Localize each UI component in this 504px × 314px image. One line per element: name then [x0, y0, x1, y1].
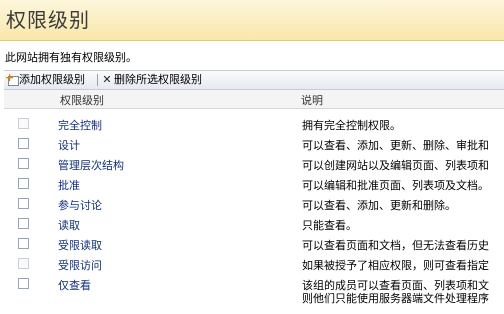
page-title: 权限级别 — [6, 8, 90, 32]
row-checkbox[interactable] — [18, 158, 29, 169]
title-bar: 权限级别 — [0, 0, 504, 41]
table-row: 受限读取 可以查看页面和文档，但无法查看历史 — [0, 234, 504, 254]
permission-level-description: 可以创建网站以及编辑页面、列表项和 — [302, 159, 489, 172]
column-header-level[interactable]: 权限级别 — [60, 92, 104, 108]
page-description: 此网站拥有独有权限级别。 — [5, 51, 137, 64]
row-checkbox[interactable] — [18, 178, 29, 189]
toolbar: 添加权限级别 ✕删除所选权限级别 — [4, 69, 504, 90]
table-row: 受限访问 如果被授予了相应权限，则可查看指定 — [0, 254, 504, 274]
permission-level-description: 只能查看。 — [302, 219, 357, 232]
row-checkbox[interactable] — [18, 198, 29, 209]
permission-level-description: 拥有完全控制权限。 — [302, 119, 401, 132]
table-row: 批准 可以编辑和批准页面、列表项及文档。 — [0, 174, 504, 194]
delete-selected-button[interactable]: ✕ 删除所选权限级别 — [101, 71, 202, 89]
add-permission-level-button[interactable]: 添加权限级别 — [5, 69, 85, 89]
permission-level-link[interactable]: 受限访问 — [58, 257, 102, 273]
add-icon — [5, 69, 19, 87]
delete-x-icon: ✕ — [102, 73, 112, 86]
permission-level-description-line2: 则他们只能使用服务器端文件处理程序 — [302, 292, 489, 305]
table-row: 仅查看 该组的成员可以查看页面、列表项和文 则他们只能使用服务器端文件处理程序 — [0, 274, 504, 308]
table-row: 完全控制 拥有完全控制权限。 — [0, 114, 504, 134]
permission-level-link[interactable]: 完全控制 — [58, 117, 102, 133]
permission-level-link[interactable]: 批准 — [58, 177, 80, 193]
table-row: 读取 只能查看。 — [0, 214, 504, 234]
grid-header: 权限级别 说明 — [4, 90, 504, 109]
row-checkbox[interactable] — [18, 138, 29, 149]
permission-level-link[interactable]: 仅查看 — [58, 277, 91, 293]
permission-level-description: 如果被授予了相应权限，则可查看指定 — [302, 259, 489, 272]
permission-level-link[interactable]: 参与讨论 — [58, 197, 102, 213]
permission-level-link[interactable]: 设计 — [58, 137, 80, 153]
table-row: 参与讨论 可以查看、添加、更新和删除。 — [0, 194, 504, 214]
row-checkbox[interactable] — [18, 238, 29, 249]
row-checkbox — [18, 258, 29, 269]
permission-level-link[interactable]: 管理层次结构 — [58, 157, 124, 173]
table-row: 管理层次结构 可以创建网站以及编辑页面、列表项和 — [0, 154, 504, 174]
permission-level-description: 可以查看、添加、更新和删除。 — [302, 199, 456, 212]
permission-level-description: 可以查看页面和文档，但无法查看历史 — [302, 239, 489, 252]
column-header-description: 说明 — [301, 94, 323, 107]
permission-level-description: 可以编辑和批准页面、列表项及文档。 — [302, 179, 489, 192]
table-row: 设计 可以查看、添加、更新、删除、审批和 — [0, 134, 504, 154]
permission-level-link[interactable]: 受限读取 — [58, 237, 102, 253]
row-checkbox[interactable] — [18, 278, 29, 289]
row-checkbox — [18, 118, 29, 129]
row-checkbox[interactable] — [18, 218, 29, 229]
permission-level-link[interactable]: 读取 — [58, 217, 80, 233]
add-permission-level-label: 添加权限级别 — [19, 73, 85, 86]
delete-selected-label: 删除所选权限级别 — [114, 73, 202, 86]
permission-level-description: 可以查看、添加、更新、删除、审批和 — [302, 139, 489, 152]
toolbar-separator — [97, 74, 98, 86]
